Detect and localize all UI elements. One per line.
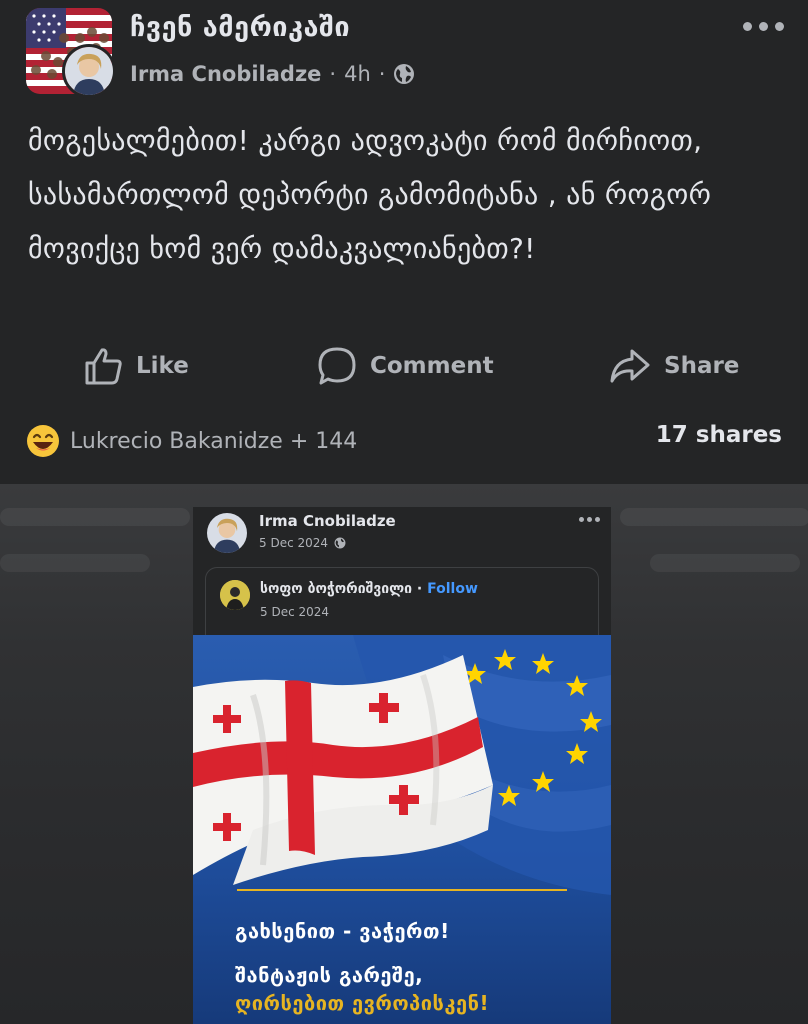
like-label: Like	[136, 353, 189, 379]
shared-author-avatar	[220, 580, 250, 610]
comment-label: Comment	[370, 353, 494, 379]
more-options-icon[interactable]	[743, 18, 787, 34]
share-label: Share	[664, 353, 740, 379]
meta-separator: ·	[329, 62, 337, 86]
share-arrow-icon	[610, 349, 650, 383]
author-avatar[interactable]	[62, 44, 116, 98]
like-button[interactable]: Like	[82, 342, 189, 390]
embedded-author-avatar	[207, 513, 247, 553]
shares-count[interactable]: 17 shares	[656, 422, 782, 448]
banner-subline: შანტაჟის გარეშე,	[235, 963, 424, 987]
shared-post-date: 5 Dec 2024	[260, 605, 330, 619]
post-card: ჩვენ ამერიკაში Irma Cnobiladze · 4h · მო…	[0, 0, 808, 484]
embedded-author-name: Irma Cnobiladze	[259, 512, 396, 530]
action-bar: Like Comment Share	[0, 336, 808, 396]
profile-photo-icon	[220, 580, 250, 610]
globe-icon	[394, 64, 415, 84]
reactions-summary[interactable]: Lukrecio Bakanidze + 144	[26, 424, 357, 458]
blurred-background-strip	[650, 554, 800, 572]
embedded-date-text: 5 Dec 2024	[259, 536, 329, 550]
laughing-emoji-icon	[27, 425, 59, 457]
embedded-post-screenshot[interactable]: Irma Cnobiladze 5 Dec 2024 სოფო ბოჭორიშვ…	[193, 507, 611, 1024]
shared-author-line: სოფო ბოჭორიშვილი · Follow	[260, 581, 478, 597]
shared-post-card: სოფო ბოჭორიშვილი · Follow 5 Dec 2024	[205, 567, 599, 637]
author-name[interactable]: Irma Cnobiladze	[130, 62, 321, 86]
shared-author-name: სოფო ბოჭორიშვილი	[260, 581, 413, 597]
meta-separator: ·	[378, 62, 386, 86]
profile-photo-icon	[207, 513, 247, 553]
post-text: მოგესალმებით! კარგი ადვოკატი რომ მირჩიოთ…	[28, 124, 712, 265]
embedded-post-date: 5 Dec 2024	[259, 536, 346, 550]
follow-link: Follow	[427, 581, 478, 597]
group-name[interactable]: ჩვენ ამერიკაში	[130, 12, 350, 43]
blurred-background-strip	[0, 554, 150, 572]
banner-headline: გახსენით - ვაჭერთ!	[235, 919, 450, 943]
globe-icon	[334, 537, 346, 549]
blurred-background-strip	[0, 508, 190, 526]
post-time[interactable]: 4h	[344, 62, 371, 86]
more-options-icon	[579, 517, 600, 522]
post-meta: Irma Cnobiladze · 4h ·	[130, 62, 415, 86]
georgia-eu-banner-image: გახსენით - ვაჭერთ! შანტაჟის გარეშე, ღირს…	[193, 635, 611, 1024]
comment-button[interactable]: Comment	[316, 342, 494, 390]
shared-separator: ·	[416, 581, 423, 597]
comment-bubble-icon	[318, 347, 356, 385]
reactions-text: Lukrecio Bakanidze + 144	[70, 428, 358, 454]
thumbs-up-icon	[85, 348, 122, 385]
share-button[interactable]: Share	[608, 342, 739, 390]
banner-divider-line	[237, 889, 567, 891]
profile-photo-icon	[65, 47, 113, 95]
banner-slogan: ღირსებით ევროპისკენ!	[235, 991, 490, 1015]
blurred-background-strip	[620, 508, 808, 526]
